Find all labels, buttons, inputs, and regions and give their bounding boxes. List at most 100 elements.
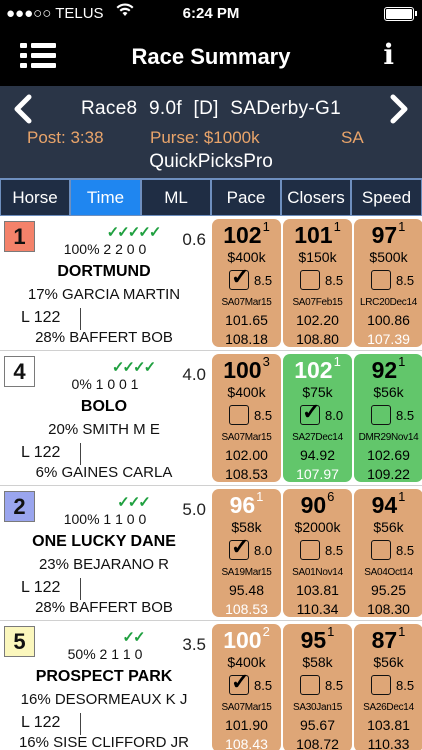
past-performance-card[interactable]: 1021 $75k ✓ 8.0 SA27Dec14 94.92 107.97 [283,354,352,482]
past-performance-card[interactable]: 871 $56k 8.5 SA26Dec14 103.81 110.33 [354,624,422,750]
race-header: Race8 9.0f [D] SADerby-G1 Post: 3:38 Pur… [0,86,422,178]
speed-figure-value: 100 [223,627,262,653]
past-performance-card[interactable]: 941 $56k 8.5 SA04Oct14 95.25 108.30 [354,489,422,617]
tab-closers[interactable]: Closers [281,178,351,216]
final-time: 107.39 [367,331,410,347]
tab-pace[interactable]: Pace [211,178,281,216]
speed-figure-value: 90 [300,492,327,518]
past-performance-card[interactable]: 921 $56k 8.5 DMR29Nov14 102.69 109.22 [354,354,422,482]
fraction-time: 103.81 [367,717,410,733]
horse-name: BOLO [80,398,128,415]
race-date: SA27Dec14 [292,432,343,443]
finish-position: 1 [398,489,406,504]
past-performance-card[interactable]: 951 $58k 8.5 SA30Jan15 95.67 108.72 [283,624,352,750]
weight: L 122 [21,579,61,596]
finish-position: 1 [327,624,335,639]
fraction-time: 101.90 [225,717,268,733]
fraction-time: 94.92 [299,447,336,463]
checkmark-icon: ✓ [231,534,250,559]
distance-value: 8.5 [254,273,273,288]
battery-icon [384,7,417,21]
post-position-badge: 4 [4,356,35,387]
select-checkbox[interactable] [300,675,320,695]
speed-figure: 1021 [283,354,352,384]
distance-value: 8.5 [325,273,344,288]
select-checkbox[interactable]: ✓ [229,671,249,695]
past-performance-card[interactable]: 971 $500k 8.5 LRC20Dec14 100.86 107.39 [354,219,422,347]
trainer: 28% BAFFERT BOB [35,329,173,346]
horse-name: DORTMUND [57,263,151,280]
race-date: SA04Oct14 [364,567,413,578]
next-race-button[interactable] [388,94,410,133]
past-performance-card[interactable]: 1011 $150k 8.5 SA07Feb15 102.20 108.80 [283,219,352,347]
select-checkbox[interactable]: ✓ [229,536,249,560]
past-performance-card[interactable]: 1002 $400k ✓ 8.5 SA07Mar15 101.90 108.43 [212,624,281,750]
final-time: 110.33 [367,736,410,750]
finish-position: 1 [256,489,264,504]
speed-figure-value: 94 [371,492,398,518]
info-icon[interactable]: i [383,38,394,71]
record-stats: 100% 2 2 0 0 [63,241,147,257]
final-time: 109.22 [367,466,410,482]
horse-row[interactable]: 1 ✓✓✓✓✓ 100% 2 2 0 0 0.6 DORTMUND 17% GARCIA … [0,217,422,351]
morning-line-odds: 4.0 [182,365,206,384]
speed-figure: 1021 [212,219,281,249]
final-time: 108.30 [367,601,410,617]
fraction-time: 100.86 [367,312,410,328]
past-performance-card[interactable]: 1021 $400k ✓ 8.5 SA07Mar15 101.65 108.18 [212,219,281,347]
record-stats: 100% 1 1 0 0 [63,511,147,527]
jockey: 20% SMITH M E [48,421,160,438]
morning-line-odds: 0.6 [182,230,206,249]
tab-ml[interactable]: ML [141,178,211,216]
race-date: SA19Mar15 [221,567,272,578]
speed-figure: 921 [354,354,422,384]
app-name: QuickPicksPro [149,151,273,172]
trainer: 6% GAINES CARLA [35,464,173,481]
past-performance-card[interactable]: 906 $2000k 8.5 SA01Nov14 103.81 110.34 [283,489,352,617]
weight: L 122 [21,444,61,461]
race-purse: $400k [227,654,266,670]
page-title: Race Summary [131,44,291,69]
speed-figure-value: 96 [229,492,256,518]
finish-position: 1 [333,354,341,369]
tab-time[interactable]: Time [70,178,141,216]
past-performance-card[interactable]: 961 $58k ✓ 8.0 SA19Mar15 95.48 108.53 [212,489,281,617]
race-purse: $400k [227,249,266,265]
speed-figure: 1003 [212,354,281,384]
select-checkbox[interactable]: ✓ [300,401,320,425]
finish-position: 1 [398,219,406,234]
speed-figure-value: 100 [223,357,262,383]
select-checkbox[interactable] [300,270,320,290]
horse-row[interactable]: 2 ✓✓✓ 100% 1 1 0 0 5.0 ONE LUCKY DANE 23% BEJ… [0,487,422,621]
nav-bar: Race Summary i [0,28,422,86]
record-stats: 0% 1 0 0 1 [71,376,139,392]
distance-value: 8.5 [396,543,415,558]
horse-row[interactable]: 5 ✓✓ 50% 2 1 1 0 3.5 PROSPECT PARK 16% DESORM… [0,622,422,750]
speed-figure-value: 97 [371,222,398,248]
select-checkbox[interactable] [371,540,391,560]
final-time: 108.43 [225,736,268,750]
horse-name: ONE LUCKY DANE [32,533,176,550]
tab-horse[interactable]: Horse [0,178,70,216]
select-checkbox[interactable] [371,405,391,425]
status-bar: ●●●○○ TELUS 6:24 PM [0,0,422,28]
select-checkbox[interactable] [371,270,391,290]
select-checkbox[interactable]: ✓ [229,266,249,290]
past-performance-card[interactable]: 1003 $400k 8.5 SA07Mar15 102.00 108.53 [212,354,281,482]
select-checkbox[interactable] [229,405,249,425]
distance-value: 8.5 [254,408,273,423]
jockey: 23% BEJARANO R [38,556,170,573]
tab-speed[interactable]: Speed [351,178,422,216]
horse-row[interactable]: 4 ✓✓✓✓ 0% 1 0 0 1 4.0 BOLO 20% SMITH M EL 122… [0,352,422,486]
race-purse: $56k [373,519,404,535]
race-purse: $75k [302,384,333,400]
race-purse: $58k [302,654,333,670]
select-checkbox[interactable] [300,540,320,560]
post-position-badge: 1 [4,221,35,252]
race-purse: $58k [231,519,262,535]
distance-value: 8.5 [396,273,415,288]
race-date: SA07Mar15 [221,702,272,713]
race-purse: $2000k [294,519,341,535]
select-checkbox[interactable] [371,675,391,695]
race-surface: [D] [193,98,219,119]
